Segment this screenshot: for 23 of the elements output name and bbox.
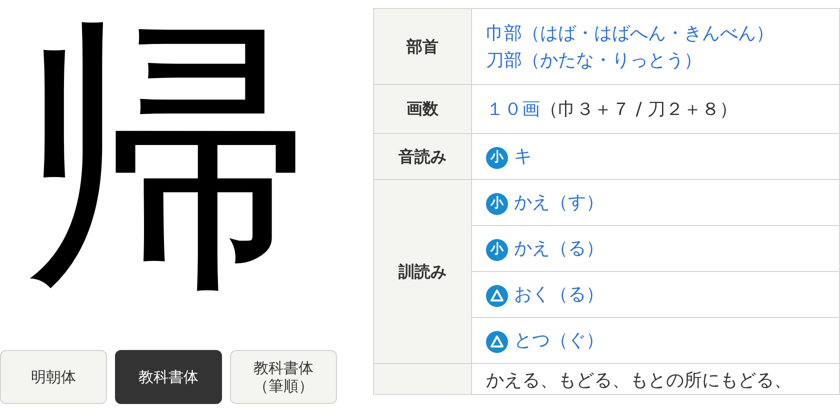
radical-link[interactable]: 巾部（はば・はばへん・きんべん） xyxy=(486,22,774,44)
grade-badge: 小 xyxy=(486,238,508,261)
font-style-button[interactable]: 教科書体 （筆順） xyxy=(230,350,337,404)
radical-link[interactable]: 刀部（かたな・りっとう） xyxy=(486,50,702,70)
row-header: 音読み xyxy=(398,146,446,166)
font-style-button[interactable]: 教科書体 xyxy=(115,350,222,404)
stroke-count-link[interactable]: １０画 xyxy=(486,98,540,120)
row-header: 部首 xyxy=(406,36,438,56)
reading-link[interactable]: キ xyxy=(514,146,532,167)
row-header: 訓読み xyxy=(398,262,446,280)
row-header: 画数 xyxy=(406,99,438,118)
kanji-character: 帰 xyxy=(22,12,313,302)
font-style-button[interactable]: 明朝体 xyxy=(0,350,107,404)
grade-badge: 小 xyxy=(486,192,508,215)
reading-link[interactable]: とつ（ぐ） xyxy=(514,330,604,351)
reading-link[interactable]: かえ（す） xyxy=(514,192,604,213)
triangle-badge-icon xyxy=(486,330,508,353)
reading-link[interactable]: かえ（る） xyxy=(514,238,604,259)
grade-badge: 小 xyxy=(486,146,508,169)
meaning-text: かえる、もどる、もとの所にもどる、 xyxy=(486,370,792,391)
stroke-breakdown: （巾３＋７ / 刀２＋８） xyxy=(540,98,738,120)
triangle-badge-icon xyxy=(486,284,508,307)
reading-link[interactable]: おく（る） xyxy=(514,284,604,305)
